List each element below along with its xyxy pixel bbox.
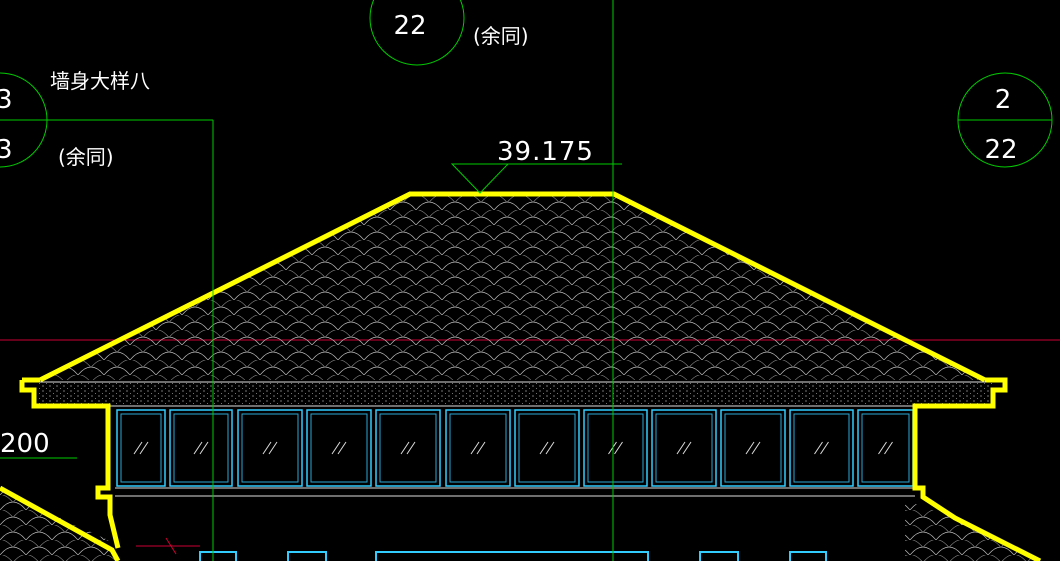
same-note-top: (余同) <box>473 24 529 48</box>
wall-detail-note: 墙身大样八 <box>50 69 150 93</box>
callout-left-detail-number: 3 <box>0 85 13 115</box>
window-frame <box>651 409 717 487</box>
same-note-left: (余同) <box>58 145 114 169</box>
cad-drawing-canvas[interactable]: 39.175 200 22 (余同) 3 3 墙身大样八 (余同) 2 22 <box>0 0 1060 561</box>
window-frame <box>857 409 914 487</box>
callout-left-sheet-number: 3 <box>0 135 13 165</box>
window-frame <box>375 409 441 487</box>
window-pane <box>120 413 162 483</box>
window-frame <box>306 409 372 487</box>
elevation-triangle-icon <box>450 163 510 194</box>
window-frame <box>514 409 580 487</box>
window-frame <box>445 409 511 487</box>
window-pane <box>449 413 507 483</box>
window-pane <box>518 413 576 483</box>
window-frame <box>720 409 786 487</box>
window-band <box>116 409 914 487</box>
window-frame <box>583 409 648 487</box>
window-pane <box>241 413 299 483</box>
elevation-value: 39.175 <box>497 137 594 167</box>
window-pane <box>173 413 229 483</box>
window-pane <box>379 413 437 483</box>
callout-top-sheet-number: 22 <box>393 11 426 41</box>
lower-window-tops <box>199 551 827 561</box>
callout-right-detail-number: 2 <box>995 85 1012 115</box>
window-pane <box>310 413 368 483</box>
window-pane <box>861 413 910 483</box>
window-pane <box>724 413 782 483</box>
detail-callout-left[interactable]: 3 3 <box>0 72 48 168</box>
roof-tile-hatch <box>40 194 985 380</box>
dimension-value: 200 <box>0 429 50 459</box>
window-frame <box>789 409 854 487</box>
detail-callout-top[interactable]: 22 <box>369 0 465 66</box>
window-frame <box>169 409 233 487</box>
window-pane <box>793 413 850 483</box>
window-frame <box>116 409 166 487</box>
section-mark <box>136 537 200 555</box>
window-pane <box>587 413 644 483</box>
elevation-marker[interactable]: 39.175 <box>450 137 622 194</box>
eave-band <box>38 382 993 406</box>
window-pane <box>655 413 713 483</box>
callout-right-sheet-number: 22 <box>984 135 1017 165</box>
window-frame <box>237 409 303 487</box>
detail-callout-right[interactable]: 2 22 <box>957 72 1053 168</box>
